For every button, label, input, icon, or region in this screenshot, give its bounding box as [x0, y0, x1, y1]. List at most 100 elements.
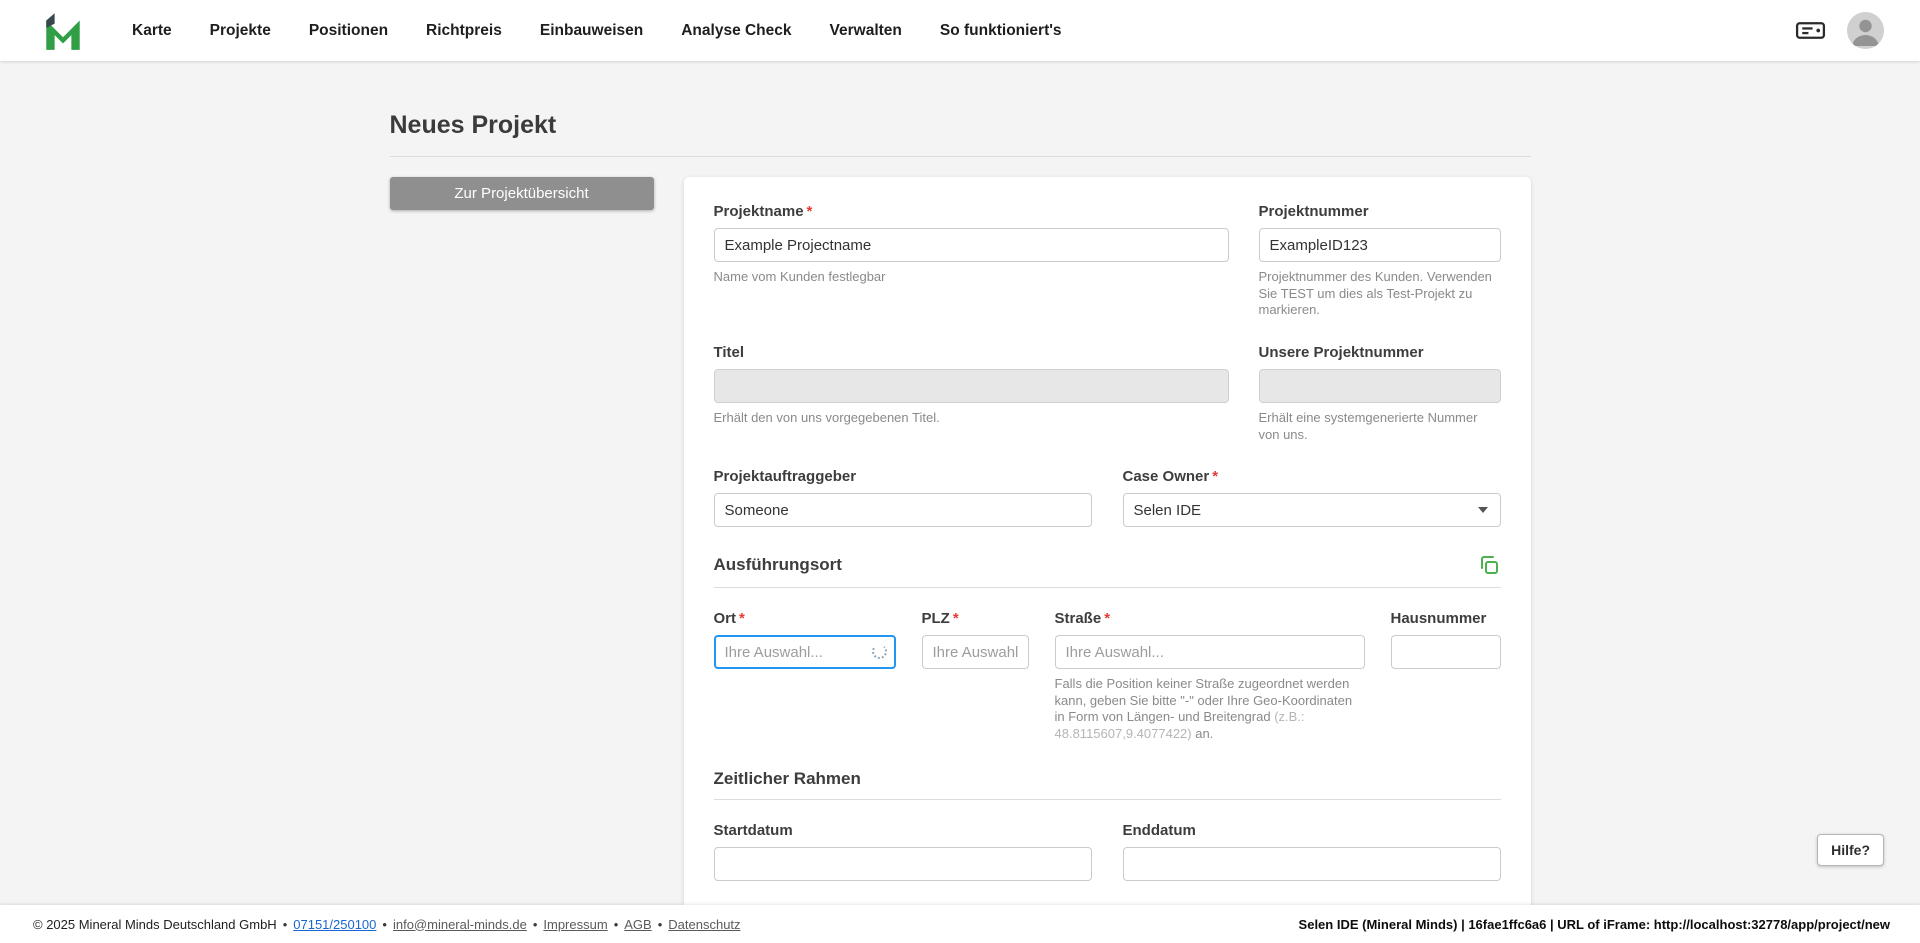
label-text: Projektname	[714, 203, 804, 220]
copy-icon[interactable]	[1477, 553, 1501, 577]
section-zeitlicher-rahmen: Zeitlicher Rahmen	[714, 769, 1501, 789]
field-projektauftraggeber: Projektauftraggeber	[714, 468, 1092, 527]
footer: © 2025 Mineral Minds Deutschland GmbH • …	[0, 905, 1920, 943]
help-button[interactable]: Hilfe?	[1817, 834, 1884, 866]
hausnummer-label: Hausnummer	[1391, 610, 1501, 627]
nav-item-projekte[interactable]: Projekte	[210, 22, 271, 40]
field-strasse: Straße* Falls die Position keiner Straße…	[1055, 610, 1365, 743]
phone-link[interactable]: 07151/250100	[293, 917, 376, 932]
nav-item-analyse-check[interactable]: Analyse Check	[681, 22, 791, 40]
section-divider	[714, 799, 1501, 800]
field-titel: Titel Erhält den von uns vorgegebenen Ti…	[714, 344, 1229, 443]
label-text: Startdatum	[714, 822, 793, 839]
label-text: Unsere Projektnummer	[1259, 344, 1424, 361]
ort-input-wrap	[714, 635, 896, 669]
strasse-helper-main: Falls die Position keiner Straße zugeord…	[1055, 676, 1353, 724]
ort-label: Ort*	[714, 610, 896, 627]
projektnummer-helper: Projektnummer des Kunden. Verwenden Sie …	[1259, 269, 1501, 319]
required-asterisk: *	[739, 610, 745, 627]
field-projektname: Projektname* Name vom Kunden festlegbar	[714, 203, 1229, 319]
agb-link[interactable]: AGB	[624, 917, 651, 932]
case-owner-value: Selen IDE	[1134, 502, 1202, 519]
row-auftraggeber-owner: Projektauftraggeber Case Owner* Selen ID…	[714, 468, 1501, 527]
nav-item-positionen[interactable]: Positionen	[309, 22, 388, 40]
label-text: Case Owner	[1123, 468, 1210, 485]
unsere-projektnummer-helper: Erhält eine systemgenerierte Nummer von …	[1259, 410, 1501, 443]
label-text: Enddatum	[1123, 822, 1196, 839]
required-asterisk: *	[953, 610, 959, 627]
case-owner-label: Case Owner*	[1123, 468, 1501, 485]
enddatum-label: Enddatum	[1123, 822, 1501, 839]
email-link[interactable]: info@mineral-minds.de	[393, 917, 527, 932]
strasse-input[interactable]	[1055, 635, 1365, 669]
logo-m-icon	[40, 10, 86, 52]
user-avatar[interactable]	[1847, 12, 1884, 49]
startdatum-input[interactable]	[714, 847, 1092, 881]
project-form-card: Projektname* Name vom Kunden festlegbar …	[684, 177, 1531, 911]
ort-input[interactable]	[714, 635, 896, 669]
main-content: Neues Projekt Zur Projektübersicht Proje…	[390, 61, 1531, 939]
label-text: Straße	[1055, 610, 1102, 627]
projektname-label: Projektname*	[714, 203, 1229, 220]
section-title-zeitraum: Zeitlicher Rahmen	[714, 769, 861, 789]
top-navbar: Karte Projekte Positionen Richtpreis Ein…	[0, 0, 1920, 61]
separator-dot: •	[382, 917, 387, 932]
field-plz: PLZ*	[922, 610, 1029, 743]
nav-item-so-funktionierts[interactable]: So funktioniert's	[940, 22, 1062, 40]
field-unsere-projektnummer: Unsere Projektnummer Erhält eine systemg…	[1259, 344, 1501, 443]
required-asterisk: *	[807, 203, 813, 220]
titel-helper: Erhält den von uns vorgegebenen Titel.	[714, 410, 1229, 427]
separator-dot: •	[283, 917, 288, 932]
projektnummer-label: Projektnummer	[1259, 203, 1501, 220]
nav-item-einbauweisen[interactable]: Einbauweisen	[540, 22, 643, 40]
section-title-ausfuehrungsort: Ausführungsort	[714, 555, 842, 575]
plz-label: PLZ*	[922, 610, 1029, 627]
chevron-down-icon	[1478, 507, 1488, 513]
row-dates: Startdatum Enddatum	[714, 822, 1501, 881]
section-divider	[714, 587, 1501, 588]
projektnummer-input[interactable]	[1259, 228, 1501, 262]
left-column: Zur Projektübersicht	[390, 177, 654, 210]
titel-label: Titel	[714, 344, 1229, 361]
datenschutz-link[interactable]: Datenschutz	[668, 917, 740, 932]
required-asterisk: *	[1212, 468, 1218, 485]
plz-input[interactable]	[922, 635, 1029, 669]
back-to-projects-button[interactable]: Zur Projektübersicht	[390, 177, 654, 210]
mineral-minds-logo[interactable]	[40, 9, 88, 53]
label-text: Ort	[714, 610, 737, 627]
label-text: Projektnummer	[1259, 203, 1369, 220]
projektname-helper: Name vom Kunden festlegbar	[714, 269, 1229, 286]
hausnummer-input[interactable]	[1391, 635, 1501, 669]
row-name-number: Projektname* Name vom Kunden festlegbar …	[714, 203, 1501, 319]
titel-input	[714, 369, 1229, 403]
required-asterisk: *	[1104, 610, 1110, 627]
section-ausfuehrungsort: Ausführungsort	[714, 553, 1501, 577]
loading-spinner-icon	[872, 644, 887, 659]
separator-dot: •	[614, 917, 619, 932]
field-ort: Ort*	[714, 610, 896, 743]
projektname-input[interactable]	[714, 228, 1229, 262]
label-text: PLZ	[922, 610, 950, 627]
field-startdatum: Startdatum	[714, 822, 1092, 881]
nav-item-verwalten[interactable]: Verwalten	[830, 22, 902, 40]
impressum-link[interactable]: Impressum	[543, 917, 607, 932]
row-address: Ort* PLZ* Straße*	[714, 610, 1501, 743]
nav-links: Karte Projekte Positionen Richtpreis Ein…	[132, 22, 1062, 40]
nav-item-karte[interactable]: Karte	[132, 22, 172, 40]
row-titel-unsere: Titel Erhält den von uns vorgegebenen Ti…	[714, 344, 1501, 443]
enddatum-input[interactable]	[1123, 847, 1501, 881]
field-hausnummer: Hausnummer	[1391, 610, 1501, 743]
unsere-projektnummer-input	[1259, 369, 1501, 403]
field-projektnummer: Projektnummer Projektnummer des Kunden. …	[1259, 203, 1501, 319]
case-owner-select[interactable]: Selen IDE	[1123, 493, 1501, 527]
nav-item-richtpreis[interactable]: Richtpreis	[426, 22, 502, 40]
separator-dot: •	[658, 917, 663, 932]
session-user: Selen IDE	[1299, 917, 1359, 932]
projektauftraggeber-input[interactable]	[714, 493, 1092, 527]
label-text: Projektauftraggeber	[714, 468, 857, 485]
footer-session-info: Selen IDE (Mineral Minds) | 16fae1ffc6a6…	[1299, 917, 1890, 932]
startdatum-label: Startdatum	[714, 822, 1092, 839]
projektauftraggeber-label: Projektauftraggeber	[714, 468, 1092, 485]
separator-dot: •	[533, 917, 538, 932]
server-icon[interactable]	[1794, 14, 1827, 47]
